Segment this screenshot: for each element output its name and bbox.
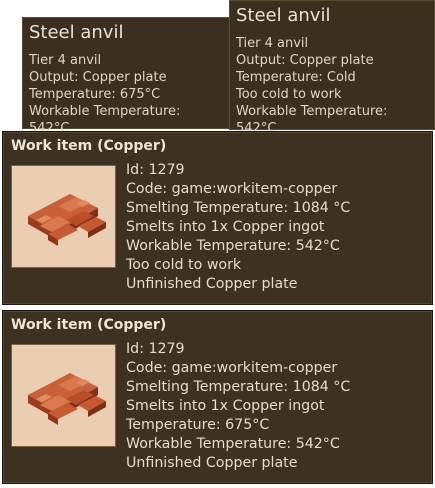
item-info-line: Smelting Temperature: 1084 °C <box>126 200 351 216</box>
item-panel-title: Work item (Copper) <box>11 138 167 154</box>
item-info-line: Workable Temperature: 542°C <box>126 436 340 452</box>
anvil-tooltip-line: Output: Copper plate <box>29 70 167 85</box>
anvil-tooltip-line: Tier 4 anvil <box>29 53 102 68</box>
item-info-panel-2: Work item (Copper) Id: 1279 Code: game:w… <box>2 310 433 484</box>
item-info-lines: Id: 1279 Code: game:workitem-copper Smel… <box>126 161 350 294</box>
item-info-line: Id: 1279 <box>126 162 185 178</box>
item-info-line: Workable Temperature: 542°C <box>126 238 340 254</box>
item-info-line: Smelts into 1x Copper ingot <box>126 398 325 414</box>
anvil-tooltip-line: Output: Copper plate <box>236 53 374 68</box>
anvil-tooltip-1: Steel anvil Tier 4 anvil Output: Copper … <box>22 17 230 136</box>
anvil-tooltip-line: Temperature: Cold <box>236 70 356 85</box>
anvil-tooltip-line: Temperature: 675°C <box>29 87 161 102</box>
item-info-line: Temperature: 675°C <box>126 417 270 433</box>
item-info-line: Id: 1279 <box>126 341 185 357</box>
item-info-line: Code: game:workitem-copper <box>126 360 338 376</box>
anvil-tooltip-title: Steel anvil <box>236 5 331 26</box>
item-info-lines: Id: 1279 Code: game:workitem-copper Smel… <box>126 340 350 473</box>
anvil-tooltip-title: Steel anvil <box>29 22 124 43</box>
item-info-panel-1: Work item (Copper) Id: 1279 Code: game:w… <box>2 131 433 305</box>
item-info-line: Unfinished Copper plate <box>126 455 298 471</box>
copper-workitem-icon <box>11 344 116 447</box>
copper-workitem-icon <box>11 165 116 268</box>
anvil-tooltip-line: Too cold to work <box>236 87 342 102</box>
anvil-tooltip-line: Tier 4 anvil <box>236 36 309 51</box>
anvil-tooltip-2: Steel anvil Tier 4 anvil Output: Copper … <box>229 0 435 136</box>
item-panel-title: Work item (Copper) <box>11 317 167 333</box>
item-info-line: Too cold to work <box>126 257 242 273</box>
item-info-line: Unfinished Copper plate <box>126 276 298 292</box>
item-info-line: Code: game:workitem-copper <box>126 181 338 197</box>
item-info-line: Smelts into 1x Copper ingot <box>126 219 325 235</box>
item-info-line: Smelting Temperature: 1084 °C <box>126 379 351 395</box>
